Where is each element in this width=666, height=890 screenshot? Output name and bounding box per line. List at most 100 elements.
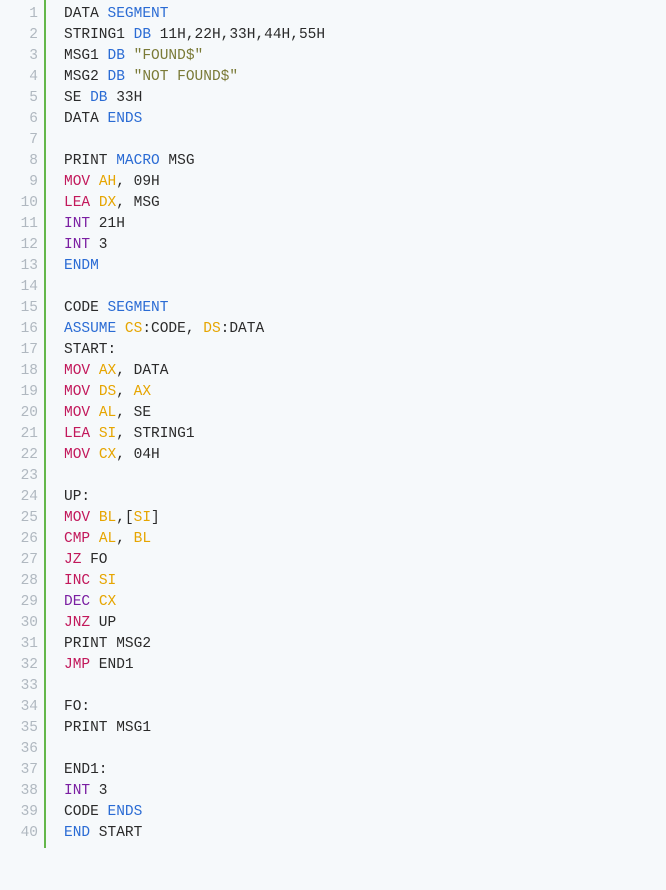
code-token: MOV [64,510,90,526]
line-number: 8 [0,151,38,172]
code-token: CMP [64,531,90,547]
code-token: ] [151,510,160,526]
code-token: DATA [64,111,108,127]
code-token: MSG1 [64,48,108,64]
code-token: DX [99,195,116,211]
code-token: MOV [64,384,90,400]
code-token: CX [99,594,116,610]
code-token: "NOT FOUND$" [134,69,238,85]
code-line: CMP AL, BL [64,529,666,550]
line-number: 18 [0,361,38,382]
line-number: 3 [0,46,38,67]
line-number: 26 [0,529,38,550]
code-token: 11H,22H,33H,44H,55H [151,27,325,43]
code-token: :CODE, [142,321,203,337]
code-token: SE [64,90,90,106]
code-token [90,405,99,421]
code-token: AL [99,531,116,547]
code-token: PRINT MSG1 [64,720,151,736]
code-token: DB [90,90,107,106]
code-line: SE DB 33H [64,88,666,109]
code-token: CODE [64,300,108,316]
line-number: 13 [0,256,38,277]
line-number: 37 [0,760,38,781]
code-token: , [116,384,133,400]
code-token [116,321,125,337]
code-token [90,426,99,442]
line-number: 11 [0,214,38,235]
code-line: MOV AH, 09H [64,172,666,193]
code-token [90,531,99,547]
code-line: JZ FO [64,550,666,571]
code-token: UP: [64,489,90,505]
line-number: 33 [0,676,38,697]
code-line: LEA DX, MSG [64,193,666,214]
line-number: 38 [0,781,38,802]
code-line: MOV DS, AX [64,382,666,403]
code-token: SEGMENT [108,300,169,316]
line-number: 36 [0,739,38,760]
line-number: 28 [0,571,38,592]
code-token: AH [99,174,116,190]
line-number: 5 [0,88,38,109]
code-token: LEA [64,195,90,211]
line-number: 1 [0,4,38,25]
line-number: 30 [0,613,38,634]
code-token: DS [203,321,220,337]
code-token: JZ [64,552,81,568]
code-line: PRINT MSG1 [64,718,666,739]
line-number: 17 [0,340,38,361]
code-token: PRINT MSG2 [64,636,151,652]
code-token: 33H [108,90,143,106]
code-token: MOV [64,447,90,463]
code-line: DATA ENDS [64,109,666,130]
code-token: AX [134,384,151,400]
code-token: CX [99,447,116,463]
code-token: MOV [64,363,90,379]
line-number: 35 [0,718,38,739]
line-number: 34 [0,697,38,718]
code-token: BL [99,510,116,526]
code-line: MOV AX, DATA [64,361,666,382]
code-area: DATA SEGMENTSTRING1 DB 11H,22H,33H,44H,5… [46,0,666,848]
code-line: DEC CX [64,592,666,613]
line-number: 7 [0,130,38,151]
code-line [64,676,666,697]
code-line: ENDM [64,256,666,277]
code-line: END START [64,823,666,844]
code-line: DATA SEGMENT [64,4,666,25]
code-token: ENDS [108,804,143,820]
line-number: 12 [0,235,38,256]
code-line: ASSUME CS:CODE, DS:DATA [64,319,666,340]
code-token: , DATA [116,363,168,379]
code-token: SI [99,426,116,442]
code-block: 1234567891011121314151617181920212223242… [0,0,666,848]
code-token: DB [108,69,125,85]
code-token: DATA [64,6,108,22]
code-token: INT [64,237,90,253]
code-token: , STRING1 [116,426,194,442]
code-token [125,48,134,64]
code-line: START: [64,340,666,361]
code-token: INT [64,216,90,232]
code-line [64,466,666,487]
code-token: JNZ [64,615,90,631]
code-token: AX [99,363,116,379]
line-number: 2 [0,25,38,46]
code-line [64,277,666,298]
code-token: JMP [64,657,90,673]
code-token: , SE [116,405,151,421]
code-token: START [90,825,142,841]
code-token: START: [64,342,116,358]
code-line: JMP END1 [64,655,666,676]
code-token: CODE [64,804,108,820]
code-token: 3 [90,783,107,799]
code-token: PRINT [64,153,116,169]
code-token [90,174,99,190]
code-token: INC [64,573,90,589]
line-number: 23 [0,466,38,487]
code-token: 3 [90,237,107,253]
code-token: ENDS [108,111,143,127]
code-token: , [116,531,133,547]
code-token [90,594,99,610]
